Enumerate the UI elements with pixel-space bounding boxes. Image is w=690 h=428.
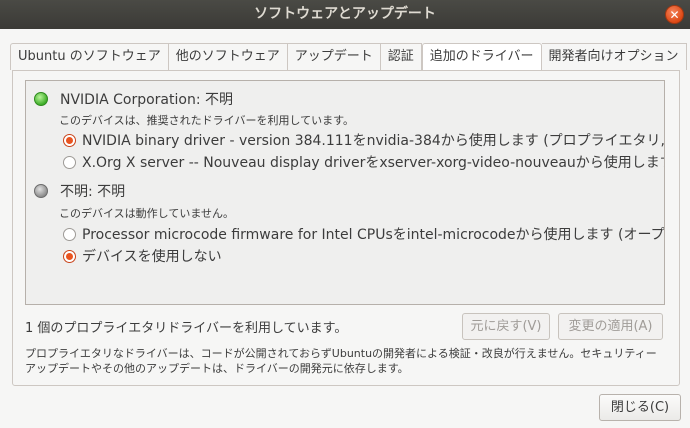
tab-additional-drivers[interactable]: 追加のドライバー	[421, 43, 542, 71]
driver-option-label: Processor microcode firmware for Intel C…	[82, 227, 665, 243]
driver-option[interactable]: Processor microcode firmware for Intel C…	[63, 224, 665, 244]
radio-selected-icon[interactable]	[63, 133, 76, 147]
driver-status-text: 1 個のプロプライエタリドライバーを利用しています。	[25, 321, 348, 336]
radio-unselected-icon[interactable]	[63, 227, 76, 241]
tab-other-software[interactable]: 他のソフトウェア	[168, 43, 288, 70]
driver-option[interactable]: X.Org X server -- Nouveau display driver…	[63, 152, 665, 172]
radio-selected-icon[interactable]	[63, 249, 76, 263]
driver-option[interactable]: デバイスを使用しない	[63, 246, 222, 266]
device-title: 不明: 不明	[60, 184, 126, 200]
tab-updates[interactable]: アップデート	[287, 43, 381, 70]
window-title: ソフトウェアとアップデート	[254, 6, 436, 22]
device-note: このデバイスは、推奨されたドライバーを利用しています。	[59, 114, 355, 127]
device-title: NVIDIA Corporation: 不明	[60, 92, 233, 108]
tab-ubuntu-software[interactable]: Ubuntu のソフトウェア	[10, 43, 169, 70]
status-led-green-icon	[34, 92, 48, 106]
close-button[interactable]: 閉じる(C)	[599, 394, 681, 421]
status-led-gray-icon	[34, 184, 48, 198]
revert-button[interactable]: 元に戻す(V)	[462, 313, 550, 340]
title-bar: ソフトウェアとアップデート ✕	[0, 0, 690, 29]
tab-developer-options[interactable]: 開発者向けオプション	[541, 43, 687, 70]
tab-authentication[interactable]: 認証	[380, 43, 422, 70]
proprietary-driver-footnote: プロプライエタリなドライバーは、コードが公開されておらずUbuntuの開発者によ…	[25, 347, 657, 375]
tab-bar: Ubuntu のソフトウェア 他のソフトウェア アップデート 認証 追加のドライ…	[10, 43, 690, 71]
apply-changes-button[interactable]: 変更の適用(A)	[558, 313, 663, 340]
close-window-icon[interactable]: ✕	[665, 5, 684, 24]
radio-unselected-icon[interactable]	[63, 155, 76, 169]
device-note: このデバイスは動作していません。	[59, 207, 235, 220]
device-header: NVIDIA Corporation: 不明	[34, 89, 233, 109]
driver-option[interactable]: NVIDIA binary driver - version 384.111をn…	[63, 130, 665, 150]
driver-option-label: NVIDIA binary driver - version 384.111をn…	[82, 133, 665, 149]
driver-option-label: デバイスを使用しない	[82, 249, 222, 265]
driver-option-label: X.Org X server -- Nouveau display driver…	[82, 155, 665, 171]
driver-list: NVIDIA Corporation: 不明 このデバイスは、推奨されたドライバ…	[25, 80, 665, 305]
device-header: 不明: 不明	[34, 181, 125, 201]
